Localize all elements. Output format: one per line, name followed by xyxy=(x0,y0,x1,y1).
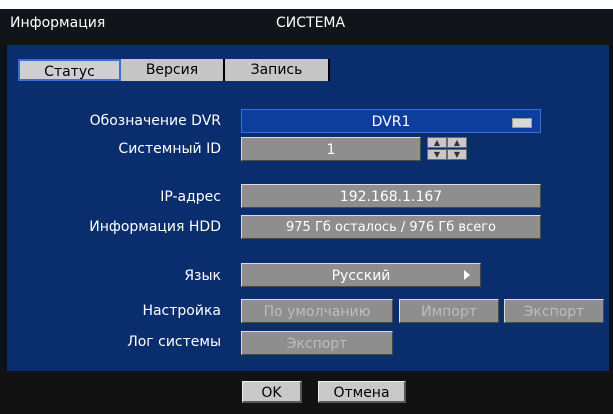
stepper-up-right-icon[interactable]: ▲ xyxy=(447,137,467,148)
ok-button[interactable]: OK xyxy=(242,381,302,403)
hdd-field: 975 Гб осталось / 976 Гб всего xyxy=(241,215,541,239)
syslog-label: Лог системы xyxy=(127,334,221,350)
title-bar: Информация СИСТЕМА xyxy=(0,9,613,45)
dvr-name-value: DVR1 xyxy=(371,114,411,130)
tab-record[interactable]: Запись xyxy=(225,59,330,81)
language-label: Язык xyxy=(184,268,221,284)
language-value: Русский xyxy=(331,268,391,284)
window-title: Информация xyxy=(10,15,106,31)
export-log-button[interactable]: Экспорт xyxy=(241,331,393,355)
main-panel: Статус Версия Запись Обозначение DVR DVR… xyxy=(7,45,609,371)
stepper-down-left-icon[interactable]: ▼ xyxy=(427,149,447,160)
section-title: СИСТЕМА xyxy=(276,15,346,31)
keyboard-icon[interactable] xyxy=(512,118,532,128)
footer-bar: OK Отмена xyxy=(0,371,613,414)
dvr-name-field[interactable]: DVR1 xyxy=(241,109,541,133)
system-info-window: Информация СИСТЕМА Статус Версия Запись … xyxy=(0,9,613,414)
system-id-label: Системный ID xyxy=(118,141,221,157)
tab-status[interactable]: Статус xyxy=(18,59,121,81)
tab-version[interactable]: Версия xyxy=(121,59,225,81)
import-button[interactable]: Импорт xyxy=(399,299,499,323)
cancel-button[interactable]: Отмена xyxy=(318,381,406,403)
settings-label: Настройка xyxy=(142,303,221,319)
ip-label: IP-адрес xyxy=(160,189,221,205)
stepper-down-right-icon[interactable]: ▼ xyxy=(447,149,467,160)
default-button[interactable]: По умолчанию xyxy=(241,299,393,323)
system-id-stepper[interactable]: ▲ ▲ ▼ ▼ xyxy=(427,137,471,161)
export-settings-button[interactable]: Экспорт xyxy=(504,299,604,323)
system-id-field[interactable]: 1 xyxy=(241,137,421,161)
stepper-up-left-icon[interactable]: ▲ xyxy=(427,137,447,148)
ip-field: 192.168.1.167 xyxy=(241,184,541,208)
dvr-name-label: Обозначение DVR xyxy=(89,113,221,129)
language-dropdown[interactable]: Русский xyxy=(241,263,481,287)
hdd-label: Информация HDD xyxy=(89,219,221,235)
chevron-right-icon xyxy=(464,270,470,280)
